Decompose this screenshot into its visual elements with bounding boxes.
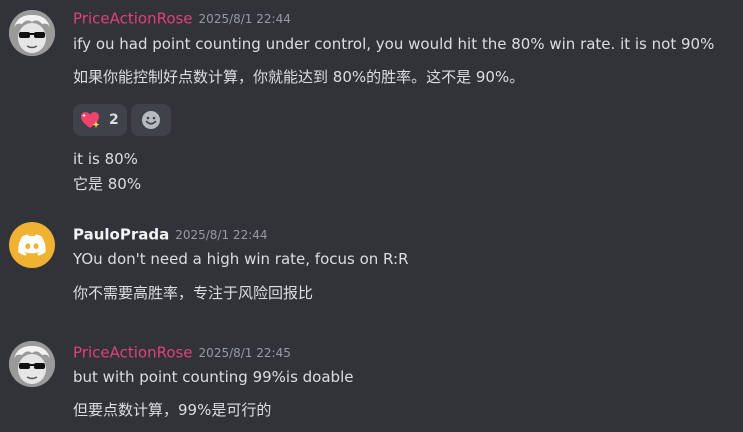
username[interactable]: PriceActionRose	[73, 344, 193, 362]
message-text: 如果你能控制好点数计算，你就能达到 80%的胜率。这不是 90%。	[73, 68, 525, 86]
message-text: ify ou had point counting under control,…	[73, 35, 715, 53]
timestamp: 2025/8/1 22:44	[175, 227, 268, 242]
message-text: 但要点数计算，99%是可行的	[73, 401, 272, 419]
reaction-count: 2	[109, 112, 119, 128]
avatar[interactable]	[9, 222, 55, 268]
message-header: PriceActionRose 2025/8/1 22:45	[73, 342, 291, 362]
username[interactable]: PauloPrada	[73, 226, 169, 244]
message-text: but with point counting 99%is doable	[73, 368, 354, 386]
avatar[interactable]	[9, 341, 55, 387]
smiley-icon	[141, 111, 160, 129]
chat-messages: PriceActionRose 2025/8/1 22:44 ify ou had…	[0, 0, 743, 432]
avatar-image	[9, 10, 55, 56]
add-reaction-button[interactable]	[130, 104, 171, 136]
reaction-sparkling-heart[interactable]: 2	[73, 104, 127, 136]
message-header: PauloPrada 2025/8/1 22:44	[73, 224, 268, 244]
avatar-image	[9, 341, 55, 387]
message-header: PriceActionRose 2025/8/1 22:44	[73, 8, 291, 28]
username[interactable]: PriceActionRose	[73, 10, 193, 28]
reactions-bar: 2	[73, 104, 171, 136]
message-text: it is 80%	[73, 150, 138, 168]
discord-logo-icon	[18, 234, 46, 256]
timestamp: 2025/8/1 22:45	[198, 345, 291, 360]
message-text: 它是 80%	[73, 175, 142, 193]
timestamp: 2025/8/1 22:44	[198, 11, 291, 26]
avatar[interactable]	[9, 10, 55, 56]
message-text: YOu don't need a high win rate, focus on…	[73, 250, 409, 268]
sparkling-heart-icon	[81, 112, 100, 128]
message-text: 你不需要高胜率，专注于风险回报比	[73, 284, 314, 302]
